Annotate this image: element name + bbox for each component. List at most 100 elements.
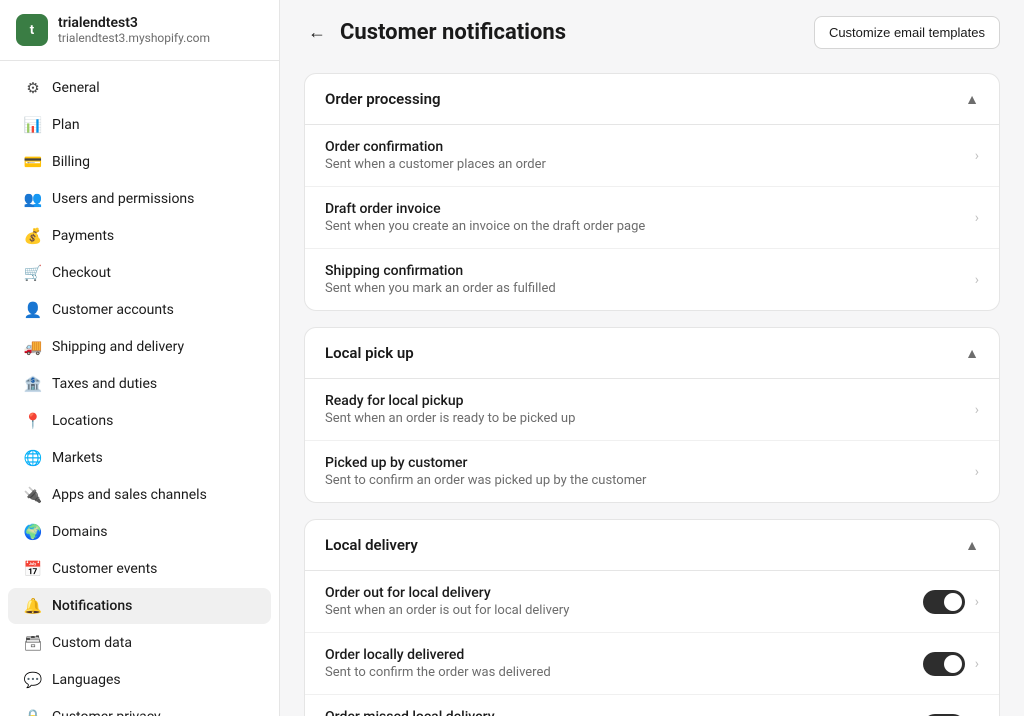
markets-icon: 🌐 bbox=[24, 449, 42, 467]
row-arrow-ready-for-pickup: › bbox=[975, 402, 979, 418]
notif-right-picked-up-customer: › bbox=[975, 464, 979, 480]
sidebar-label-billing: Billing bbox=[52, 154, 90, 170]
sidebar-label-general: General bbox=[52, 80, 100, 96]
section-header-local-pickup[interactable]: Local pick up ▲ bbox=[305, 328, 999, 379]
sidebar-item-notifications[interactable]: 🔔 Notifications bbox=[8, 588, 271, 624]
customer-accounts-icon: 👤 bbox=[24, 301, 42, 319]
notif-right-order-confirmation: › bbox=[975, 148, 979, 164]
notification-row-draft-order-invoice[interactable]: Draft order invoice Sent when you create… bbox=[305, 187, 999, 249]
shop-avatar: t bbox=[16, 14, 48, 46]
sidebar-item-customer-accounts[interactable]: 👤 Customer accounts bbox=[8, 292, 271, 328]
sidebar-label-languages: Languages bbox=[52, 672, 121, 688]
notification-row-order-missed-local-delivery[interactable]: Order missed local delivery Sent when a … bbox=[305, 695, 999, 716]
sidebar-item-domains[interactable]: 🌍 Domains bbox=[8, 514, 271, 550]
sidebar-header: t trialendtest3 trialendtest3.myshopify.… bbox=[0, 0, 279, 61]
notif-title-order-missed-local-delivery: Order missed local delivery bbox=[325, 709, 923, 716]
locations-icon: 📍 bbox=[24, 412, 42, 430]
sidebar-nav: ⚙ General 📊 Plan 💳 Billing 👥 Users and p… bbox=[0, 61, 279, 716]
sidebar-item-markets[interactable]: 🌐 Markets bbox=[8, 440, 271, 476]
row-arrow-draft-order-invoice: › bbox=[975, 210, 979, 226]
section-local-pickup: Local pick up ▲ Ready for local pickup S… bbox=[304, 327, 1000, 503]
sidebar-label-markets: Markets bbox=[52, 450, 103, 466]
sidebar-item-general[interactable]: ⚙ General bbox=[8, 70, 271, 106]
sidebar-label-locations: Locations bbox=[52, 413, 113, 429]
customer-privacy-icon: 🔒 bbox=[24, 708, 42, 716]
shop-url: trialendtest3.myshopify.com bbox=[58, 31, 210, 45]
notif-title-ready-for-pickup: Ready for local pickup bbox=[325, 393, 975, 409]
notif-title-shipping-confirmation: Shipping confirmation bbox=[325, 263, 975, 279]
general-icon: ⚙ bbox=[24, 79, 42, 97]
checkout-icon: 🛒 bbox=[24, 264, 42, 282]
notification-row-order-locally-delivered[interactable]: Order locally delivered Sent to confirm … bbox=[305, 633, 999, 695]
notif-right-order-locally-delivered: › bbox=[923, 652, 979, 676]
users-permissions-icon: 👥 bbox=[24, 190, 42, 208]
customize-email-templates-button[interactable]: Customize email templates bbox=[814, 16, 1000, 49]
sidebar-item-plan[interactable]: 📊 Plan bbox=[8, 107, 271, 143]
sidebar-label-taxes-duties: Taxes and duties bbox=[52, 376, 157, 392]
customer-events-icon: 📅 bbox=[24, 560, 42, 578]
notif-text-order-missed-local-delivery: Order missed local delivery Sent when a … bbox=[325, 709, 923, 716]
sidebar-label-customer-privacy: Customer privacy bbox=[52, 709, 161, 716]
notif-text-shipping-confirmation: Shipping confirmation Sent when you mark… bbox=[325, 263, 975, 296]
sidebar-item-customer-events[interactable]: 📅 Customer events bbox=[8, 551, 271, 587]
row-arrow-order-out-local-delivery: › bbox=[975, 594, 979, 610]
sidebar-item-billing[interactable]: 💳 Billing bbox=[8, 144, 271, 180]
notif-title-picked-up-customer: Picked up by customer bbox=[325, 455, 975, 471]
notification-row-picked-up-customer[interactable]: Picked up by customer Sent to confirm an… bbox=[305, 441, 999, 502]
notif-desc-draft-order-invoice: Sent when you create an invoice on the d… bbox=[325, 219, 975, 234]
notification-row-order-confirmation[interactable]: Order confirmation Sent when a customer … bbox=[305, 125, 999, 187]
notification-row-order-out-local-delivery[interactable]: Order out for local delivery Sent when a… bbox=[305, 571, 999, 633]
sidebar-label-apps-sales-channels: Apps and sales channels bbox=[52, 487, 207, 503]
sidebar-item-users-permissions[interactable]: 👥 Users and permissions bbox=[8, 181, 271, 217]
section-header-order-processing[interactable]: Order processing ▲ bbox=[305, 74, 999, 125]
sidebar-label-users-permissions: Users and permissions bbox=[52, 191, 194, 207]
plan-icon: 📊 bbox=[24, 116, 42, 134]
notif-right-shipping-confirmation: › bbox=[975, 272, 979, 288]
section-header-local-delivery[interactable]: Local delivery ▲ bbox=[305, 520, 999, 571]
sidebar: t trialendtest3 trialendtest3.myshopify.… bbox=[0, 0, 280, 716]
notif-right-ready-for-pickup: › bbox=[975, 402, 979, 418]
toggle-order-out-local-delivery[interactable] bbox=[923, 590, 965, 614]
notif-desc-order-locally-delivered: Sent to confirm the order was delivered bbox=[325, 665, 923, 680]
notif-right-order-out-local-delivery: › bbox=[923, 590, 979, 614]
shipping-delivery-icon: 🚚 bbox=[24, 338, 42, 356]
back-button[interactable]: ← bbox=[304, 18, 330, 47]
notif-text-ready-for-pickup: Ready for local pickup Sent when an orde… bbox=[325, 393, 975, 426]
section-order-processing: Order processing ▲ Order confirmation Se… bbox=[304, 73, 1000, 311]
main-content: ← Customer notifications Customize email… bbox=[280, 0, 1024, 716]
notif-desc-order-out-local-delivery: Sent when an order is out for local deli… bbox=[325, 603, 923, 618]
notifications-icon: 🔔 bbox=[24, 597, 42, 615]
sidebar-item-locations[interactable]: 📍 Locations bbox=[8, 403, 271, 439]
sidebar-item-custom-data[interactable]: 🗃 Custom data bbox=[8, 625, 271, 661]
sidebar-item-customer-privacy[interactable]: 🔒 Customer privacy bbox=[8, 699, 271, 716]
row-arrow-order-locally-delivered: › bbox=[975, 656, 979, 672]
sidebar-label-shipping-delivery: Shipping and delivery bbox=[52, 339, 184, 355]
notif-title-draft-order-invoice: Draft order invoice bbox=[325, 201, 975, 217]
notif-title-order-locally-delivered: Order locally delivered bbox=[325, 647, 923, 663]
sidebar-item-checkout[interactable]: 🛒 Checkout bbox=[8, 255, 271, 291]
page-title: Customer notifications bbox=[340, 20, 566, 45]
notif-text-order-out-local-delivery: Order out for local delivery Sent when a… bbox=[325, 585, 923, 618]
sidebar-item-taxes-duties[interactable]: 🏦 Taxes and duties bbox=[8, 366, 271, 402]
sidebar-shop-info: trialendtest3 trialendtest3.myshopify.co… bbox=[58, 15, 210, 45]
sidebar-item-apps-sales-channels[interactable]: 🔌 Apps and sales channels bbox=[8, 477, 271, 513]
notification-row-ready-for-pickup[interactable]: Ready for local pickup Sent when an orde… bbox=[305, 379, 999, 441]
toggle-order-locally-delivered[interactable] bbox=[923, 652, 965, 676]
sidebar-label-domains: Domains bbox=[52, 524, 107, 540]
section-local-delivery: Local delivery ▲ Order out for local del… bbox=[304, 519, 1000, 716]
sidebar-label-plan: Plan bbox=[52, 117, 80, 133]
chevron-icon-local-pickup: ▲ bbox=[965, 345, 979, 362]
payments-icon: 💰 bbox=[24, 227, 42, 245]
shop-name: trialendtest3 bbox=[58, 15, 210, 31]
sidebar-label-checkout: Checkout bbox=[52, 265, 111, 281]
sidebar-item-payments[interactable]: 💰 Payments bbox=[8, 218, 271, 254]
sidebar-item-languages[interactable]: 💬 Languages bbox=[8, 662, 271, 698]
notification-row-shipping-confirmation[interactable]: Shipping confirmation Sent when you mark… bbox=[305, 249, 999, 310]
notif-title-order-confirmation: Order confirmation bbox=[325, 139, 975, 155]
sidebar-label-customer-events: Customer events bbox=[52, 561, 157, 577]
section-title-local-delivery: Local delivery bbox=[325, 536, 418, 554]
notif-text-draft-order-invoice: Draft order invoice Sent when you create… bbox=[325, 201, 975, 234]
notif-title-order-out-local-delivery: Order out for local delivery bbox=[325, 585, 923, 601]
sidebar-item-shipping-delivery[interactable]: 🚚 Shipping and delivery bbox=[8, 329, 271, 365]
notif-desc-picked-up-customer: Sent to confirm an order was picked up b… bbox=[325, 473, 975, 488]
